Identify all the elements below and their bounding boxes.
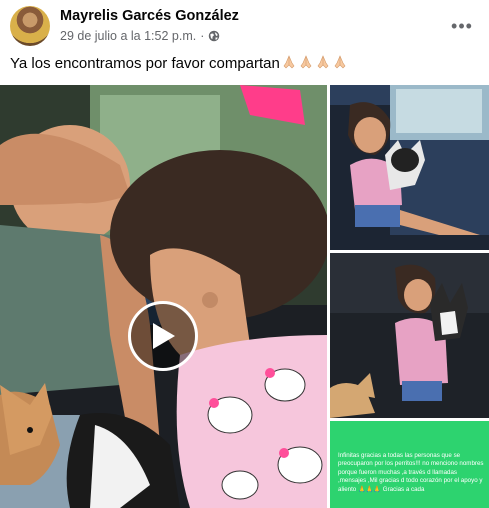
caption-emoji-row [281, 54, 348, 70]
folded-hands-emoji [283, 55, 295, 69]
photo-image [330, 85, 489, 250]
facebook-post: Mayrelis Garcés González 29 de julio a l… [0, 0, 489, 508]
thanks-photo[interactable]: Infinitas gracias a todas las personas q… [330, 421, 489, 508]
post-caption: Ya los encontramos por favor compartan [10, 54, 348, 72]
side-photo[interactable] [330, 85, 489, 250]
play-icon [153, 323, 175, 349]
main-video[interactable] [0, 85, 327, 508]
video-frame [0, 85, 327, 508]
post-header: Mayrelis Garcés González 29 de julio a l… [10, 4, 480, 48]
caption-text: Ya los encontramos por favor compartan [10, 55, 280, 72]
author-avatar[interactable] [10, 6, 50, 46]
side-photo[interactable] [330, 253, 489, 418]
more-options-button[interactable]: ••• [448, 12, 476, 40]
media-grid: Infinitas gracias a todas las personas q… [0, 85, 489, 508]
play-button[interactable] [128, 301, 198, 371]
post-timestamp[interactable]: 29 de julio a la 1:52 p.m. [60, 29, 196, 43]
more-options-icon: ••• [451, 16, 473, 36]
post-meta: 29 de julio a la 1:52 p.m. · [60, 29, 220, 43]
folded-hands-emoji [300, 55, 312, 69]
folded-hands-emoji [334, 55, 346, 69]
folded-hands-emoji [317, 55, 329, 69]
thanks-text: Infinitas gracias a todas las personas q… [338, 452, 484, 493]
meta-separator: · [200, 29, 205, 43]
author-name[interactable]: Mayrelis Garcés González [60, 8, 239, 24]
globe-icon [209, 30, 220, 42]
photo-image [330, 253, 489, 418]
